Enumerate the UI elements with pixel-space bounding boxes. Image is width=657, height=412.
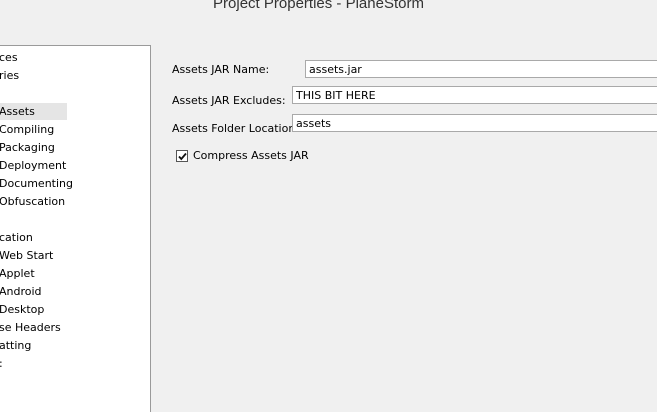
assets-folder-location-input[interactable] — [292, 114, 657, 132]
assets-jar-excludes-input[interactable] — [292, 86, 657, 104]
window-title: Project Properties - PlaneStorm — [213, 0, 424, 12]
categories-tree[interactable]: ces ries Assets Compiling Packaging Depl… — [0, 45, 151, 412]
category-item-applet[interactable]: Applet — [0, 265, 35, 282]
title-bar[interactable]: Project Properties - PlaneStorm — [0, 0, 657, 14]
assets-jar-excludes-label: Assets JAR Excludes: — [172, 94, 286, 107]
category-item-license-headers[interactable]: se Headers — [0, 319, 61, 336]
category-item-desktop[interactable]: Desktop — [0, 301, 44, 318]
category-item-documenting[interactable]: Documenting — [0, 175, 73, 192]
compress-assets-jar-label[interactable]: Compress Assets JAR — [193, 149, 309, 163]
category-item-deployment[interactable]: Deployment — [0, 157, 66, 174]
category-item-truncated[interactable]: : — [0, 355, 3, 372]
category-item-application[interactable]: cation — [0, 229, 33, 246]
category-item-android[interactable]: Android — [0, 283, 42, 300]
assets-jar-name-input[interactable] — [305, 60, 657, 78]
category-item-packaging[interactable]: Packaging — [0, 139, 55, 156]
compress-assets-jar-checkbox[interactable] — [176, 150, 188, 162]
category-item-sources[interactable]: ces — [0, 49, 18, 66]
project-properties-window: Project Properties - PlaneStorm ces ries… — [0, 0, 657, 412]
assets-settings-panel: Assets JAR Name: Assets JAR Excludes: As… — [150, 45, 657, 412]
category-item-compiling[interactable]: Compiling — [0, 121, 54, 138]
assets-folder-location-label: Assets Folder Location: — [172, 122, 300, 135]
category-item-formatting[interactable]: atting — [0, 337, 31, 354]
checkmark-icon — [178, 152, 187, 161]
category-item-assets[interactable]: Assets — [0, 103, 67, 120]
assets-jar-name-label: Assets JAR Name: — [172, 63, 270, 76]
category-item-web-start[interactable]: Web Start — [0, 247, 53, 264]
category-item-obfuscation[interactable]: Obfuscation — [0, 193, 65, 210]
category-item-libraries[interactable]: ries — [0, 67, 19, 84]
